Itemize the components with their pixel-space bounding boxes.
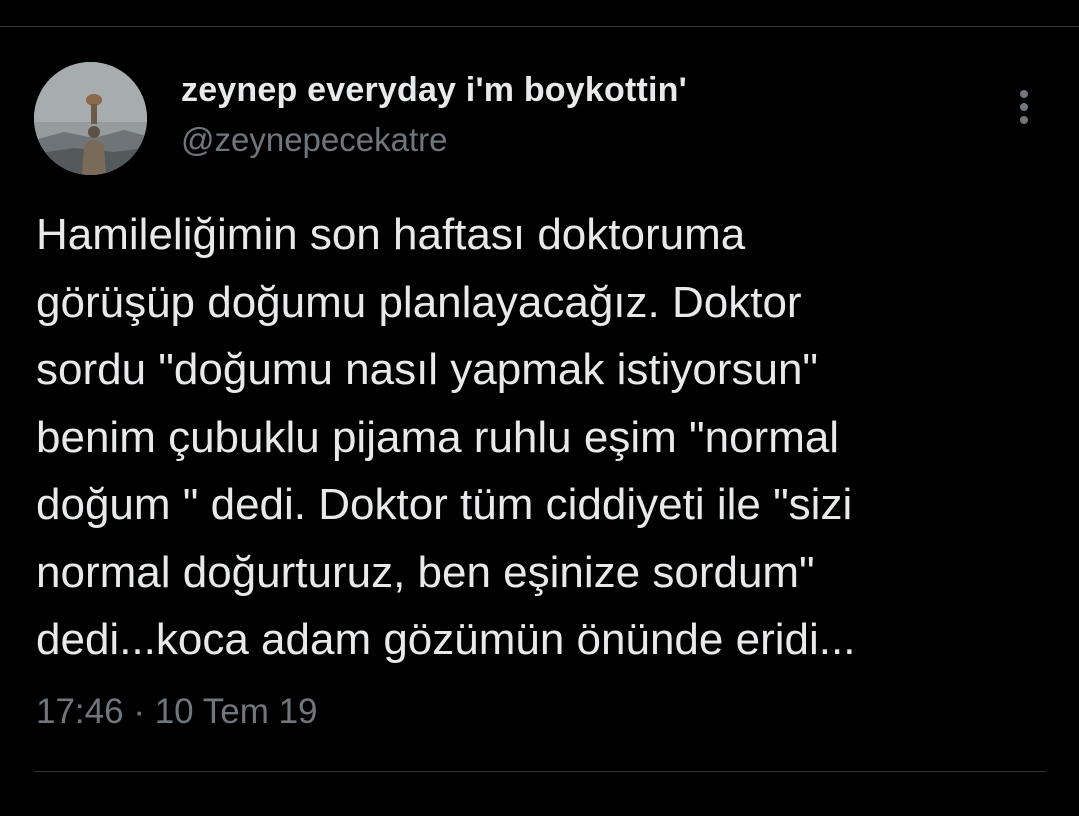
author-handle[interactable]: @zeynepecekatre [181, 121, 447, 159]
bottom-divider [34, 771, 1046, 772]
more-vertical-dots-icon [1020, 103, 1028, 111]
tweet-timestamp[interactable]: 17:46 · 10 Tem 19 [36, 692, 318, 732]
avatar[interactable] [34, 62, 147, 175]
more-vertical-dots-icon [1020, 116, 1028, 124]
more-vertical-dots-icon [1020, 90, 1028, 98]
more-options-button[interactable] [1004, 83, 1044, 131]
tweet-text-line: sordu "doğumu nasıl yapmak istiyorsun" [36, 345, 819, 394]
tweet-text-line: normal doğurturuz, ben eşinize sordum" [36, 547, 815, 597]
tweet-text-line: dedi...koca adam gözümün önünde eridi... [36, 615, 856, 664]
tweet-text: Hamileliğimin son haftası doktoruma görü… [36, 201, 1046, 674]
tweet-text-line: Hamileliğimin son haftası doktoruma [36, 210, 746, 259]
tweet-time[interactable]: 17:46 [36, 692, 124, 731]
author-display-name[interactable]: zeynep everyday i'm boykottin' [181, 71, 687, 110]
tweet-text-line: benim çubuklu pijama ruhlu eşim "normal [36, 412, 840, 462]
avatar-photo [34, 62, 147, 175]
tweet[interactable]: zeynep everyday i'm boykottin' @zeynepec… [0, 27, 1079, 816]
tweet-date[interactable]: 10 Tem 19 [155, 692, 318, 731]
meta-separator: · [123, 692, 155, 731]
tweet-text-line: görüşüp doğumu planlayacağız. Doktor [36, 277, 802, 327]
tweet-text-line: doğum " dedi. Doktor tüm ciddiyeti ile "… [36, 480, 853, 529]
